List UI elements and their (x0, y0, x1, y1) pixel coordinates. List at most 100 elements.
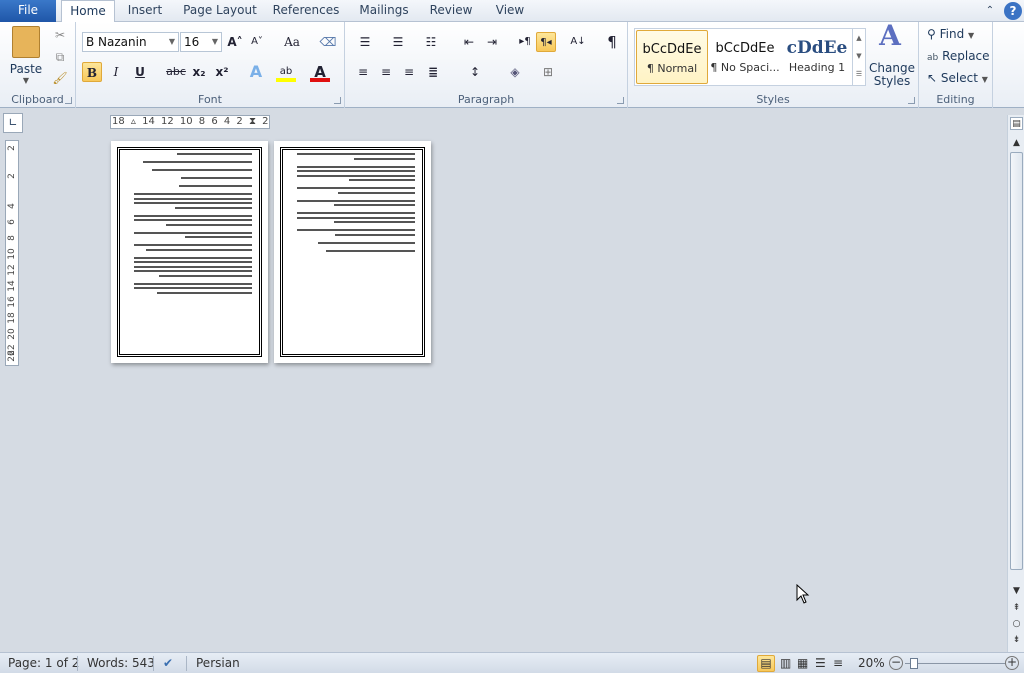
tab-selector-icon[interactable]: ∟ (3, 113, 23, 133)
zoom-in-icon[interactable]: + (1005, 656, 1019, 670)
align-left-icon[interactable]: ≡ (353, 62, 373, 82)
text-line (152, 169, 252, 171)
vertical-ruler[interactable]: 2 2 4 6 8 10 12 14 16 18 20 22 26 (5, 140, 19, 366)
highlight-icon[interactable]: ab (276, 62, 296, 82)
web-layout-icon[interactable]: ▦ (797, 656, 808, 670)
copy-icon[interactable]: ⧉ (50, 47, 70, 67)
previous-page-icon[interactable]: ⇞ (1010, 602, 1023, 615)
increase-indent-icon[interactable]: ⇥ (482, 32, 502, 52)
tab-mailings[interactable]: Mailings (354, 0, 414, 22)
line-spacing-icon[interactable]: ↕ (465, 62, 485, 82)
full-screen-reading-icon[interactable]: ▥ (780, 656, 791, 670)
tab-review[interactable]: Review (426, 0, 476, 22)
rtl-button[interactable]: ¶◂ (536, 32, 556, 52)
numbering-icon[interactable]: ☰ (388, 32, 408, 52)
vertical-scrollbar[interactable]: ▤ ▲ ▼ ⇞ ○ ⇟ (1007, 115, 1024, 652)
ruler-number: 6 (7, 216, 17, 228)
change-styles-button[interactable]: Change Styles (866, 62, 918, 88)
paragraph-launcher-icon[interactable] (617, 97, 624, 104)
style-normal[interactable]: bCcDdEe ¶ Normal (636, 30, 708, 84)
next-page-icon[interactable]: ⇟ (1010, 634, 1023, 647)
tab-home[interactable]: Home (61, 0, 115, 23)
subscript-button[interactable]: x₂ (189, 62, 209, 82)
word-count[interactable]: Words: 543 (87, 656, 155, 670)
text-line (134, 266, 252, 268)
multilevel-list-icon[interactable]: ☷ (421, 32, 441, 52)
scroll-up-icon[interactable]: ▲ (1010, 137, 1023, 150)
minimize-ribbon-icon[interactable]: ⌃ (982, 0, 998, 22)
cut-icon[interactable]: ✂ (50, 25, 70, 45)
browse-object-icon[interactable]: ○ (1010, 618, 1023, 631)
page-2[interactable] (274, 141, 431, 363)
font-name-combo[interactable]: B Nazanin ▼ (82, 32, 179, 52)
tab-page-layout[interactable]: Page Layout (180, 0, 260, 22)
bold-button[interactable]: B (82, 62, 102, 82)
outline-icon[interactable]: ☰ (815, 656, 826, 670)
paste-button[interactable]: Paste (8, 62, 44, 76)
strikethrough-button[interactable]: abc (164, 62, 188, 82)
change-case-button[interactable]: Aa (279, 32, 305, 52)
tab-insert[interactable]: Insert (122, 0, 168, 22)
print-layout-icon[interactable]: ▤ (757, 655, 775, 672)
justify-icon[interactable]: ≣ (423, 62, 443, 82)
underline-button[interactable]: U (130, 62, 150, 82)
page-1[interactable] (111, 141, 268, 363)
format-painter-icon[interactable]: 🖌 (50, 68, 70, 88)
tab-references[interactable]: References (270, 0, 342, 22)
tab-file[interactable]: File (0, 0, 56, 22)
language[interactable]: Persian (196, 656, 240, 670)
paste-icon[interactable] (12, 26, 40, 58)
page-count[interactable]: Page: 1 of 2 (8, 656, 79, 670)
shrink-font-button[interactable]: A˅ (247, 32, 267, 52)
find-button[interactable]: ⚲ Find ▼ (927, 27, 974, 41)
show-formatting-button[interactable]: ¶ (602, 32, 622, 52)
styles-group: bCcDdEe ¶ Normal bCcDdEe ¶ No Spaci... cDd… (628, 22, 919, 108)
zoom-slider[interactable] (905, 663, 1005, 664)
help-icon[interactable]: ? (1004, 2, 1022, 20)
text-line (134, 287, 252, 289)
select-label: Select (941, 71, 978, 85)
font-group: B Nazanin ▼ 16 ▼ A˄ A˅ Aa ⌫ B I U abc x₂ x… (76, 22, 345, 108)
clipboard-launcher-icon[interactable] (65, 97, 72, 104)
clear-formatting-icon[interactable]: ⌫ (318, 32, 338, 52)
styles-launcher-icon[interactable] (908, 97, 915, 104)
replace-button[interactable]: ab Replace (927, 49, 990, 63)
italic-button[interactable]: I (106, 62, 126, 82)
style-no-spacing[interactable]: bCcDdEe ¶ No Spaci... (709, 30, 781, 84)
align-center-icon[interactable]: ≡ (376, 62, 396, 82)
draft-icon[interactable]: ≡ (833, 656, 843, 670)
clipboard-group: Paste ▼ ✂ ⧉ 🖌 Clipboard (0, 22, 76, 108)
ruler-toggle-icon[interactable]: ▤ (1010, 117, 1023, 130)
proofing-icon[interactable]: ✔ (163, 656, 173, 670)
shading-icon[interactable]: ◈ (505, 62, 525, 82)
tab-view[interactable]: View (490, 0, 530, 22)
text-line (134, 257, 252, 259)
decrease-indent-icon[interactable]: ⇤ (459, 32, 479, 52)
style-heading-1[interactable]: cDdEe Heading 1 (781, 30, 853, 84)
borders-icon[interactable]: ⊞ (538, 62, 558, 82)
font-launcher-icon[interactable] (334, 97, 341, 104)
horizontal-ruler[interactable]: 18 ▵ 14 12 10 8 6 4 2 ⧗ 2 (110, 115, 270, 129)
grow-font-button[interactable]: A˄ (225, 32, 245, 52)
paste-dropdown-icon[interactable]: ▼ (20, 76, 32, 85)
font-color-icon[interactable]: A (310, 62, 330, 82)
styles-scroll[interactable]: ▲ ▼ ☰ (852, 29, 865, 85)
zoom-out-icon[interactable]: − (889, 656, 903, 670)
sort-icon[interactable]: A↓ (568, 32, 588, 52)
status-bar: Page: 1 of 2 Words: 543 ✔ Persian ▤ ▥ ▦ … (0, 652, 1024, 673)
align-right-icon[interactable]: ≡ (399, 62, 419, 82)
bullets-icon[interactable]: ☰ (355, 32, 375, 52)
editing-group: ⚲ Find ▼ ab Replace ↖ Select ▼ Editing (919, 22, 993, 108)
text-line (134, 270, 252, 272)
scroll-down-icon[interactable]: ▼ (1010, 585, 1023, 598)
select-button[interactable]: ↖ Select ▼ (927, 71, 988, 85)
style-preview: bCcDdEe (637, 42, 707, 57)
font-size-combo[interactable]: 16 ▼ (180, 32, 222, 52)
change-styles-icon[interactable]: A (873, 26, 907, 58)
scroll-thumb[interactable] (1010, 152, 1023, 570)
text-effects-icon[interactable]: A (246, 62, 266, 82)
ltr-button[interactable]: ▸¶ (515, 32, 535, 52)
superscript-button[interactable]: x² (212, 62, 232, 82)
zoom-slider-thumb[interactable] (910, 658, 918, 669)
zoom-level[interactable]: 20% (858, 656, 885, 670)
